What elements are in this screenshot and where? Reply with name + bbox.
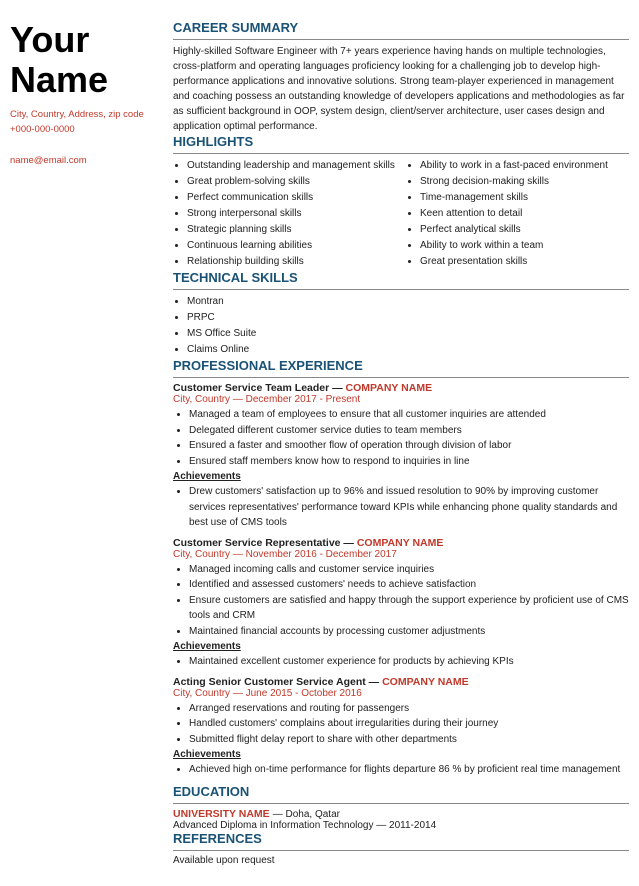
job-title: Acting Senior Customer Service Agent — C… — [173, 676, 629, 688]
technical-skill-item: MS Office Suite — [187, 326, 629, 342]
job-bullet-item: Delegated different customer service dut… — [189, 423, 629, 439]
job-title: Customer Service Team Leader — COMPANY N… — [173, 382, 629, 394]
job-bullet-item: Managed a team of employees to ensure th… — [189, 407, 629, 423]
professional-experience-section: PROFESSIONAL EXPERIENCE Customer Service… — [173, 358, 629, 778]
job-location-date: City, Country — June 2015 - October 2016 — [173, 688, 629, 699]
job-location-date: City, Country — November 2016 - December… — [173, 549, 629, 560]
company-name: COMPANY NAME — [357, 537, 444, 549]
technical-skill-item: Montran — [187, 294, 629, 310]
references-section: REFERENCES Available upon request — [173, 831, 629, 866]
achievement-item: Maintained excellent customer experience… — [189, 654, 629, 670]
university-name: UNIVERSITY NAME — [173, 808, 270, 820]
job-bullet-item: Submitted flight delay report to share w… — [189, 732, 629, 748]
left-column: Your Name City, Country, Address, zip co… — [10, 20, 165, 866]
achievements-label: Achievements — [173, 749, 629, 760]
highlight-right-item: Ability to work in a fast-paced environm… — [420, 158, 629, 174]
highlight-right-item: Great presentation skills — [420, 254, 629, 270]
job-title: Customer Service Representative — COMPAN… — [173, 537, 629, 549]
references-title: REFERENCES — [173, 831, 629, 846]
career-summary-section: CAREER SUMMARY Highly-skilled Software E… — [173, 20, 629, 134]
full-name: Your Name — [10, 20, 155, 99]
company-name: COMPANY NAME — [346, 382, 433, 394]
company-name: COMPANY NAME — [382, 676, 469, 688]
highlights-right-col: Ability to work in a fast-paced environm… — [406, 158, 629, 270]
achievements-label: Achievements — [173, 641, 629, 652]
education-location-text: Doha, Qatar — [286, 809, 340, 820]
highlight-right-item: Time-management skills — [420, 190, 629, 206]
job-block: Acting Senior Customer Service Agent — C… — [173, 676, 629, 778]
job-bullet-item: Arranged reservations and routing for pa… — [189, 701, 629, 717]
technical-skill-item: Claims Online — [187, 342, 629, 358]
job-bullets: Managed incoming calls and customer serv… — [173, 562, 629, 640]
highlight-right-item: Ability to work within a team — [420, 238, 629, 254]
highlight-left-item: Strong interpersonal skills — [187, 206, 396, 222]
career-summary-title: CAREER SUMMARY — [173, 20, 629, 35]
highlight-left-item: Strategic planning skills — [187, 222, 396, 238]
highlights-title: HIGHLIGHTS — [173, 134, 629, 149]
highlight-left-item: Outstanding leadership and management sk… — [187, 158, 396, 174]
job-bullet-item: Ensure customers are satisfied and happy… — [189, 593, 629, 624]
references-text: Available upon request — [173, 855, 629, 866]
last-name: Name — [10, 59, 108, 100]
highlight-right-item: Strong decision-making skills — [420, 174, 629, 190]
achievements-bullets: Drew customers' satisfaction up to 96% a… — [173, 484, 629, 531]
email: name@email.com — [10, 153, 155, 168]
highlights-left-col: Outstanding leadership and management sk… — [173, 158, 396, 270]
job-bullets: Managed a team of employees to ensure th… — [173, 407, 629, 469]
highlight-right-item: Perfect analytical skills — [420, 222, 629, 238]
job-block: Customer Service Team Leader — COMPANY N… — [173, 382, 629, 531]
achievement-item: Achieved high on-time performance for fl… — [189, 762, 629, 778]
job-bullets: Arranged reservations and routing for pa… — [173, 701, 629, 748]
highlight-left-item: Relationship building skills — [187, 254, 396, 270]
professional-experience-title: PROFESSIONAL EXPERIENCE — [173, 358, 629, 373]
job-bullet-item: Ensured a faster and smoother flow of op… — [189, 438, 629, 454]
highlights-grid: Outstanding leadership and management sk… — [173, 158, 629, 270]
contact-info: City, Country, Address, zip code +000-00… — [10, 107, 155, 168]
highlight-right-item: Keen attention to detail — [420, 206, 629, 222]
career-summary-text: Highly-skilled Software Engineer with 7+… — [173, 44, 629, 134]
highlights-section: HIGHLIGHTS Outstanding leadership and ma… — [173, 134, 629, 270]
education-title: EDUCATION — [173, 784, 629, 799]
job-location-date: City, Country — December 2017 - Present — [173, 394, 629, 405]
job-bullet-item: Identified and assessed customers' needs… — [189, 577, 629, 593]
technical-skill-item: PRPC — [187, 310, 629, 326]
job-bullet-item: Maintained financial accounts by process… — [189, 624, 629, 640]
achievement-item: Drew customers' satisfaction up to 96% a… — [189, 484, 629, 531]
achievements-bullets: Maintained excellent customer experience… — [173, 654, 629, 670]
education-degree: Advanced Diploma in Information Technolo… — [173, 820, 629, 831]
highlight-left-item: Great problem-solving skills — [187, 174, 396, 190]
technical-skills-title: TECHNICAL SKILLS — [173, 270, 629, 285]
job-bullet-item: Ensured staff members know how to respon… — [189, 454, 629, 470]
highlight-left-item: Perfect communication skills — [187, 190, 396, 206]
job-block: Customer Service Representative — COMPAN… — [173, 537, 629, 670]
highlight-left-item: Continuous learning abilities — [187, 238, 396, 254]
job-bullet-item: Handled customers' complains about irreg… — [189, 716, 629, 732]
address: City, Country, Address, zip code — [10, 107, 155, 122]
phone: +000-000-0000 — [10, 122, 155, 137]
right-column: CAREER SUMMARY Highly-skilled Software E… — [165, 20, 629, 866]
technical-skills-section: TECHNICAL SKILLS MontranPRPCMS Office Su… — [173, 270, 629, 358]
first-name: Your — [10, 19, 89, 60]
achievements-label: Achievements — [173, 471, 629, 482]
education-location: — — [273, 809, 286, 820]
job-bullet-item: Managed incoming calls and customer serv… — [189, 562, 629, 578]
achievements-bullets: Achieved high on-time performance for fl… — [173, 762, 629, 778]
